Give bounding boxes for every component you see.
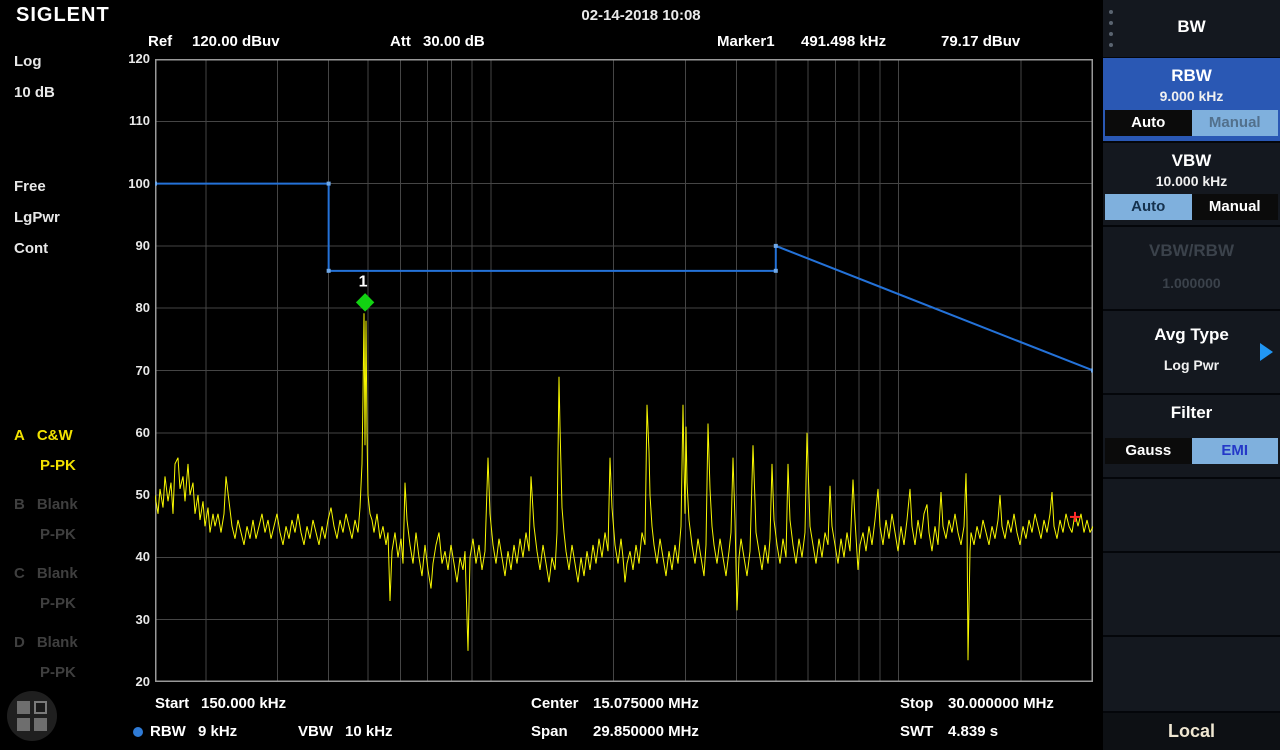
att-label: Att [390,33,411,55]
trace-status-c: C Blank P-PK [14,565,124,612]
rbw-manual-button[interactable]: Manual [1192,110,1279,136]
trace-status-a: A C&W P-PK [14,427,124,474]
start-value: 150.000 kHz [201,695,286,717]
stop-label: Stop [900,695,933,717]
y-tick-label: 40 [116,549,150,564]
scale-per-div: 10 dB [14,84,55,106]
softkey-empty-1 [1103,479,1280,551]
svg-text:1: 1 [359,273,368,290]
trace-detector: P-PK [14,664,124,681]
marker-label: Marker1 [717,33,775,55]
y-tick-label: 20 [116,674,150,689]
grid-square-icon [17,718,30,731]
span-value: 29.850000 MHz [593,723,699,745]
y-tick-label: 100 [116,176,150,191]
spectrum-plot: 1 [155,59,1093,682]
trigger-mode: Free [14,178,46,200]
swt-value: 4.839 s [948,723,998,745]
softkey-filter[interactable]: Filter Gauss EMI [1103,395,1280,477]
trace-id: A [14,427,25,444]
brand-logo: SIGLENT [16,4,110,27]
y-tick-label: 50 [116,487,150,502]
menu-title: BW [1103,0,1280,37]
y-tick-label: 60 [116,425,150,440]
average-mode: LgPwr [14,209,60,231]
y-tick-label: 70 [116,363,150,378]
marker-frequency: 491.498 kHz [801,33,886,55]
panel-handle-icon [1109,10,1113,54]
menu-header-bw: BW [1103,0,1280,57]
y-tick-label: 30 [116,612,150,627]
rbw-status-dot [133,727,143,737]
trace-id: C [14,565,25,582]
spectrum-svg: 1 [155,59,1093,682]
filter-gauss-button[interactable]: Gauss [1105,438,1192,464]
rbw-value: 9 kHz [198,723,237,745]
local-button[interactable]: Local [1103,713,1280,750]
rbw-value: 9.000 kHz [1103,88,1280,104]
top-bar: SIGLENT 02-14-2018 10:08 [0,0,1103,30]
start-label: Start [155,695,189,717]
trace-mode: Blank [37,565,78,582]
rbw-auto-button[interactable]: Auto [1105,110,1192,136]
y-tick-label: 110 [116,113,150,128]
submenu-arrow-icon [1260,343,1273,361]
filter-title: Filter [1103,395,1280,423]
softkey-empty-2 [1103,553,1280,635]
datetime: 02-14-2018 10:08 [581,7,700,24]
grid-square-icon [17,701,30,714]
vbw-auto-button[interactable]: Auto [1105,194,1192,220]
amplitude-scale: Log [14,53,42,75]
vbw-label: VBW [298,723,333,745]
stop-value: 30.000000 MHz [948,695,1054,717]
softkey-rbw[interactable]: RBW 9.000 kHz Auto Manual [1103,58,1280,141]
vbw-title: VBW [1103,143,1280,171]
vbw-manual-button[interactable]: Manual [1192,194,1279,220]
trace-mode: Blank [37,634,78,651]
avg-type-title: Avg Type [1103,311,1280,345]
grid-square-icon [34,718,47,731]
vbw-value: 10.000 kHz [1103,173,1280,189]
sweep-mode: Cont [14,240,48,262]
vbw-rbw-title: VBW/RBW [1103,227,1280,261]
y-tick-label: 80 [116,300,150,315]
filter-emi-button[interactable]: EMI [1192,438,1279,464]
grid-square-icon [34,701,47,714]
swt-label: SWT [900,723,933,745]
span-label: Span [531,723,568,745]
trace-status-b: B Blank P-PK [14,496,124,543]
trace-mode: C&W [37,427,73,444]
softkey-vbw-rbw: VBW/RBW 1.000000 [1103,227,1280,309]
softkey-vbw[interactable]: VBW 10.000 kHz Auto Manual [1103,143,1280,225]
trace-detector: P-PK [14,457,124,474]
softkey-empty-3 [1103,637,1280,711]
trace-detector: P-PK [14,526,124,543]
vbw-value: 10 kHz [345,723,393,745]
y-tick-label: 90 [116,238,150,253]
trace-detector: P-PK [14,595,124,612]
rbw-title: RBW [1103,58,1280,86]
trace-id: B [14,496,25,513]
spectrum-analyzer-screen: SIGLENT 02-14-2018 10:08 Ref 120.00 dBuv… [0,0,1280,750]
marker-amplitude: 79.17 dBuv [941,33,1020,55]
center-value: 15.075000 MHz [593,695,699,717]
softkey-avg-type[interactable]: Avg Type Log Pwr [1103,311,1280,393]
softkey-panel: BW RBW 9.000 kHz Auto Manual VBW 10.000 … [1103,0,1280,750]
att-value: 30.00 dB [423,33,485,55]
y-tick-label: 120 [116,51,150,66]
trace-status-d: D Blank P-PK [14,634,124,681]
ref-label: Ref [148,33,172,55]
trace-mode: Blank [37,496,78,513]
rbw-label: RBW [150,723,186,745]
vbw-rbw-value: 1.000000 [1103,275,1280,291]
trace-id: D [14,634,25,651]
app-grid-button[interactable] [7,691,57,741]
avg-type-value: Log Pwr [1103,357,1280,373]
center-label: Center [531,695,579,717]
ref-value: 120.00 dBuv [192,33,280,55]
